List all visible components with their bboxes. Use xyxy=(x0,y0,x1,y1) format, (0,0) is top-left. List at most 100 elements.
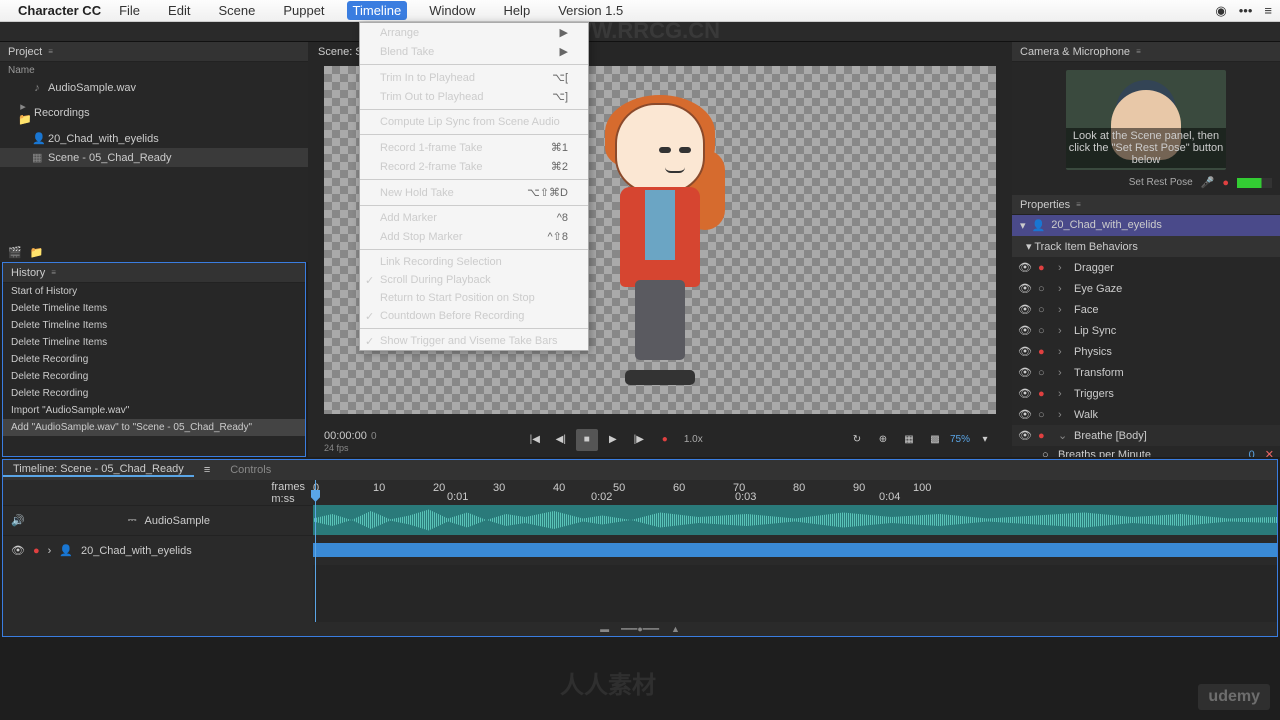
timeline-tab[interactable]: Timeline: Scene - 05_Chad_Ready xyxy=(3,463,194,477)
cc-icon[interactable]: ◉ xyxy=(1215,3,1226,19)
history-item[interactable]: Delete Timeline Items xyxy=(3,300,305,317)
behavior-row[interactable]: 👁○›Walk xyxy=(1012,404,1280,425)
menu-item[interactable]: Trim In to Playhead⌥[ xyxy=(360,68,588,87)
folder-icon[interactable]: 📁 xyxy=(30,246,44,259)
behavior-row[interactable]: 👁○›Transform xyxy=(1012,362,1280,383)
panel-menu-icon[interactable]: ≡ xyxy=(51,268,56,277)
chevron-down-icon[interactable]: ▾ xyxy=(1020,219,1026,232)
menu-item[interactable]: Add Marker^8 xyxy=(360,209,588,227)
eye-icon[interactable]: 👁 xyxy=(1018,408,1032,421)
eye-icon[interactable]: 👁 xyxy=(1018,345,1032,358)
menu-puppet[interactable]: Puppet xyxy=(277,1,330,20)
history-item[interactable]: Delete Timeline Items xyxy=(3,317,305,334)
history-item[interactable]: Delete Timeline Items xyxy=(3,334,305,351)
arm-icon[interactable]: ● xyxy=(33,545,40,557)
chevron-icon[interactable]: › xyxy=(1058,346,1068,358)
more-icon[interactable]: ••• xyxy=(1239,3,1253,18)
chevron-icon[interactable]: › xyxy=(1058,325,1068,337)
chevron-icon[interactable]: › xyxy=(1058,367,1068,379)
chevron-down-icon[interactable]: ▾ xyxy=(1026,241,1032,253)
arm-icon[interactable]: ○ xyxy=(1038,304,1052,316)
menu-item[interactable]: Link Recording Selection xyxy=(360,253,588,271)
behavior-row[interactable]: 👁●›Physics xyxy=(1012,341,1280,362)
snap-icon[interactable]: ▦ xyxy=(898,429,920,451)
menu-scene[interactable]: Scene xyxy=(212,1,261,20)
audio-clip[interactable] xyxy=(313,505,1277,535)
arm-icon[interactable]: ○ xyxy=(1038,283,1052,295)
prev-frame-button[interactable]: ◀| xyxy=(550,429,572,451)
eye-icon[interactable]: 👁 xyxy=(11,544,25,557)
chevron-icon[interactable]: › xyxy=(1058,388,1068,400)
behavior-row[interactable]: 👁○›Eye Gaze xyxy=(1012,278,1280,299)
menu-item[interactable]: Return to Start Position on Stop xyxy=(360,289,588,307)
camera-preview[interactable]: Look at the Scene panel, thenclick the "… xyxy=(1066,70,1226,170)
timeline-ruler[interactable]: 01020304050607080901000:010:020:030:04 xyxy=(313,480,1277,505)
menu-item[interactable]: Record 1-frame Take⌘1 xyxy=(360,138,588,157)
stop-button[interactable]: ■ xyxy=(576,429,598,451)
clapboard-icon[interactable]: 🎬 xyxy=(8,246,22,259)
menu-item[interactable]: Add Stop Marker^⇧8 xyxy=(360,227,588,246)
menu-edit[interactable]: Edit xyxy=(162,1,196,20)
chevron-right-icon[interactable]: › xyxy=(48,545,52,557)
controls-tab[interactable]: Controls xyxy=(220,464,281,476)
zoom-out-icon[interactable]: ▬ xyxy=(600,624,609,634)
character-clip[interactable] xyxy=(313,543,1277,557)
menu-item[interactable]: ✓Scroll During Playback xyxy=(360,271,588,289)
panel-menu-icon[interactable]: ≡ xyxy=(48,47,53,56)
zoom-slider[interactable]: ━━━●━━━ xyxy=(621,624,659,635)
playback-speed[interactable]: 1.0x xyxy=(680,434,707,445)
behavior-row[interactable]: 👁●›Dragger xyxy=(1012,257,1280,278)
behavior-row[interactable]: 👁●›Triggers xyxy=(1012,383,1280,404)
menu-item[interactable]: New Hold Take⌥⇧⌘D xyxy=(360,183,588,202)
menu-timeline[interactable]: Timeline xyxy=(347,1,408,20)
set-rest-pose-button[interactable]: Set Rest Pose xyxy=(1129,177,1193,188)
chevron-icon[interactable]: › xyxy=(1058,409,1068,421)
char-track-name[interactable]: 20_Chad_with_eyelids xyxy=(81,545,192,557)
behavior-row[interactable]: 👁○›Face xyxy=(1012,299,1280,320)
menu-item[interactable]: Compute Lip Sync from Scene Audio xyxy=(360,113,588,131)
history-item[interactable]: Delete Recording xyxy=(3,368,305,385)
goto-start-button[interactable]: |◀ xyxy=(524,429,546,451)
grid-icon[interactable]: ▩ xyxy=(924,429,946,451)
menu-window[interactable]: Window xyxy=(423,1,481,20)
zoom-in-icon[interactable]: ▲ xyxy=(671,624,680,634)
record-button[interactable]: ● xyxy=(654,429,676,451)
character-puppet[interactable] xyxy=(590,95,730,385)
menu-file[interactable]: File xyxy=(113,1,146,20)
eye-icon[interactable]: 👁 xyxy=(1018,387,1032,400)
zoom-dropdown-icon[interactable]: ▾ xyxy=(974,429,996,451)
eye-icon[interactable]: 👁 xyxy=(1018,303,1032,316)
speaker-icon[interactable]: 🔊 xyxy=(11,514,25,527)
list-icon[interactable]: ≡ xyxy=(1264,3,1272,18)
menu-item[interactable]: ✓Show Trigger and Viseme Take Bars xyxy=(360,332,588,350)
arm-icon[interactable]: ○ xyxy=(1038,367,1052,379)
arm-icon[interactable]: ● xyxy=(1038,262,1052,274)
panel-menu-icon[interactable]: ≡ xyxy=(1076,200,1081,209)
next-frame-button[interactable]: |▶ xyxy=(628,429,650,451)
reset-icon[interactable]: ✕ xyxy=(1265,448,1274,457)
timecode[interactable]: 00:00:00 xyxy=(324,430,367,442)
play-button[interactable]: ▶ xyxy=(602,429,624,451)
eye-icon[interactable]: 👁 xyxy=(1018,429,1032,442)
project-item[interactable]: ▸ 📁Recordings xyxy=(0,97,308,129)
arm-icon[interactable]: ● xyxy=(1038,346,1052,358)
eye-icon[interactable]: 👁 xyxy=(1018,261,1032,274)
history-item[interactable]: Delete Recording xyxy=(3,385,305,402)
loop-icon[interactable]: ↻ xyxy=(846,429,868,451)
arm-icon[interactable]: ○ xyxy=(1038,325,1052,337)
arm-icon[interactable]: ● xyxy=(1038,430,1052,442)
menu-item[interactable]: Trim Out to Playhead⌥] xyxy=(360,87,588,106)
history-item[interactable]: Start of History xyxy=(3,283,305,300)
menu-item[interactable]: Blend Take▶ xyxy=(360,42,588,61)
audio-track-name[interactable]: AudioSample xyxy=(145,515,210,527)
arm-icon[interactable]: ○ xyxy=(1038,409,1052,421)
history-item[interactable]: Delete Recording xyxy=(3,351,305,368)
project-item[interactable]: 👤20_Chad_with_eyelids xyxy=(0,129,308,148)
panel-menu-icon[interactable]: ≡ xyxy=(204,464,210,476)
eye-icon[interactable]: 👁 xyxy=(1018,282,1032,295)
eye-icon[interactable]: 👁 xyxy=(1018,366,1032,379)
project-item[interactable]: ♪AudioSample.wav xyxy=(0,79,308,97)
playhead[interactable] xyxy=(315,480,316,622)
arm-icon[interactable]: ● xyxy=(1038,388,1052,400)
camera-toggle-icon[interactable]: ● xyxy=(1222,177,1229,189)
